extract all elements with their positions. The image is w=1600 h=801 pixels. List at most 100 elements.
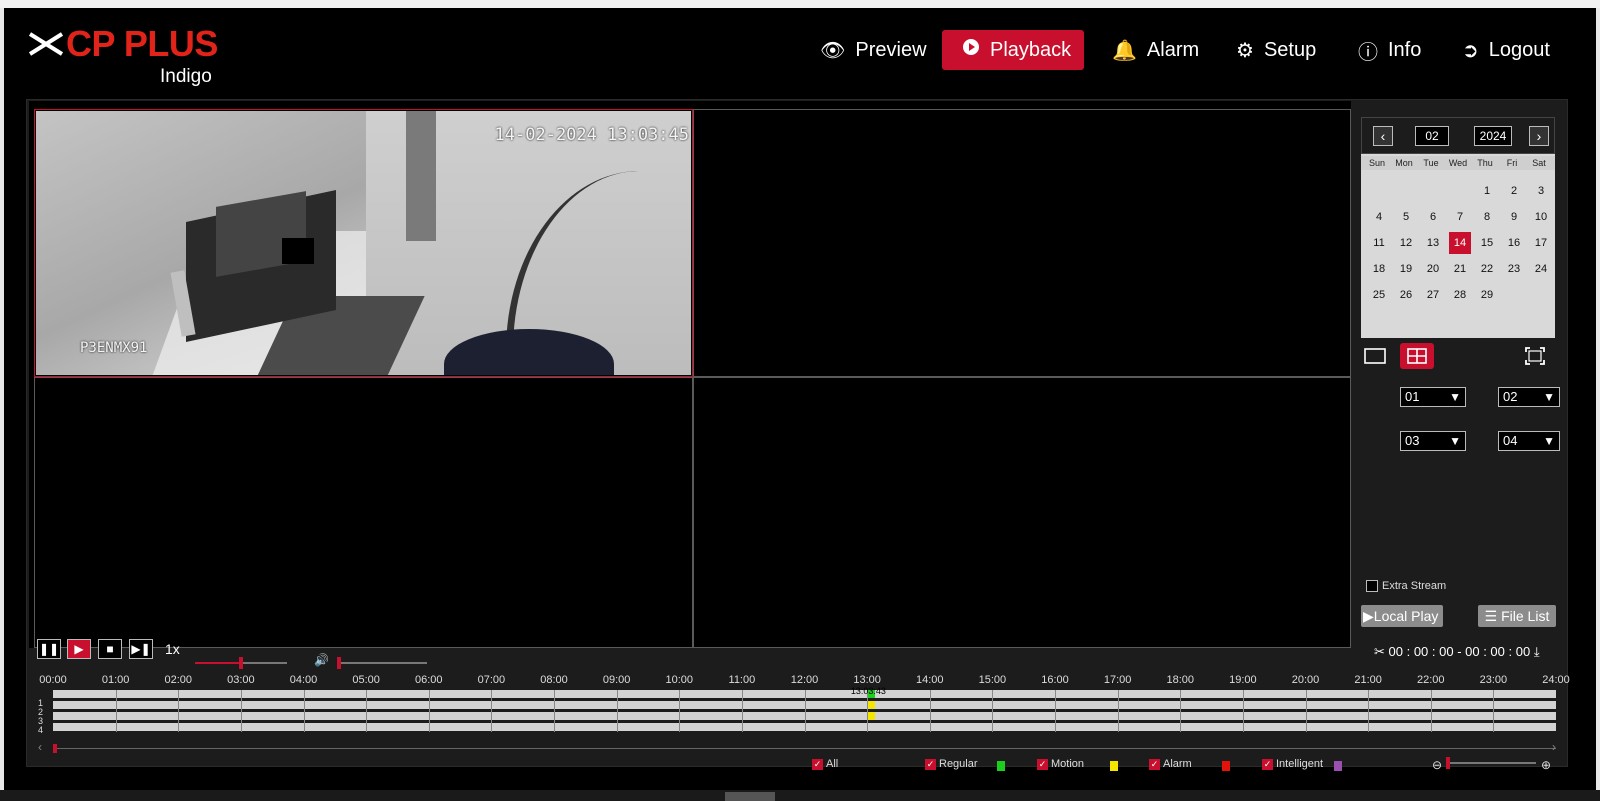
scroll-left-icon[interactable]: ‹ xyxy=(38,740,42,754)
calendar-day[interactable]: 3 xyxy=(1530,180,1552,202)
calendar-day[interactable]: 6 xyxy=(1422,206,1444,228)
pause-button[interactable]: ❚❚ xyxy=(37,639,61,659)
calendar-day[interactable]: 19 xyxy=(1395,258,1417,280)
volume-slider-knob[interactable] xyxy=(337,657,341,669)
nav-setup[interactable]: ⚙ Setup xyxy=(1236,30,1316,70)
timeline-scroll-knob[interactable] xyxy=(53,744,57,753)
hour-gridline xyxy=(1180,690,1182,732)
calendar-day[interactable]: 17 xyxy=(1530,232,1552,254)
hour-gridline xyxy=(741,690,743,732)
weekday-label: Wed xyxy=(1448,158,1468,168)
legend-all[interactable]: ✓ All xyxy=(812,758,838,770)
calendar-day[interactable]: 27 xyxy=(1422,284,1444,306)
checkbox-checked-icon[interactable]: ✓ xyxy=(1149,758,1160,770)
calendar-day[interactable]: 18 xyxy=(1368,258,1390,280)
calendar-day[interactable]: 16 xyxy=(1503,232,1525,254)
checkbox-checked-icon[interactable]: ✓ xyxy=(1262,758,1273,770)
single-layout-icon[interactable] xyxy=(1362,343,1388,369)
checkbox-checked-icon[interactable]: ✓ xyxy=(812,758,823,770)
channel-select-3[interactable]: 03 ▼ xyxy=(1400,431,1466,451)
local-play-button[interactable]: ▶Local Play xyxy=(1361,605,1443,627)
checkbox-checked-icon[interactable]: ✓ xyxy=(925,758,936,770)
nav-playback[interactable]: Playback xyxy=(942,30,1084,70)
volume-icon[interactable]: 🔊 xyxy=(314,653,329,667)
recording-segment[interactable] xyxy=(867,701,875,709)
legend-regular[interactable]: ✓ Regular xyxy=(925,758,978,770)
extra-stream-checkbox[interactable] xyxy=(1366,580,1378,592)
scissors-icon[interactable]: ✂ xyxy=(1374,644,1385,659)
nav-alarm[interactable]: 🔔 Alarm xyxy=(1112,30,1199,70)
prev-month-button[interactable]: ‹ xyxy=(1373,126,1393,146)
calendar-header: ‹ 02 2024 › xyxy=(1361,117,1555,154)
channel-select-4[interactable]: 04 ▼ xyxy=(1498,431,1560,451)
channel-3-value: 03 xyxy=(1405,433,1420,448)
speed-slider-knob[interactable] xyxy=(239,657,243,669)
nav-logout[interactable]: ➲ Logout xyxy=(1462,30,1550,70)
hour-gridline xyxy=(491,690,493,732)
calendar-day[interactable]: 26 xyxy=(1395,284,1417,306)
extra-stream-option[interactable]: Extra Stream xyxy=(1366,580,1446,592)
hour-tick-label: 24:00 xyxy=(1542,674,1570,686)
calendar-day[interactable]: 8 xyxy=(1476,206,1498,228)
hour-gridline xyxy=(366,690,368,732)
hour-tick-label: 16:00 xyxy=(1041,674,1069,686)
month-field[interactable]: 02 xyxy=(1415,126,1449,146)
scroll-right-icon[interactable]: › xyxy=(1552,740,1556,754)
calendar-day[interactable]: 1 xyxy=(1476,180,1498,202)
calendar-day[interactable]: 28 xyxy=(1449,284,1471,306)
calendar-day[interactable]: 7 xyxy=(1449,206,1471,228)
channel-select-1[interactable]: 01 ▼ xyxy=(1400,387,1466,407)
nav-info[interactable]: ⓘ Info xyxy=(1358,30,1421,70)
calendar-day[interactable]: 15 xyxy=(1476,232,1498,254)
volume-slider[interactable] xyxy=(337,657,427,669)
camera-name: P3ENMX91 xyxy=(80,340,148,356)
calendar-day[interactable]: 25 xyxy=(1368,284,1390,306)
calendar-day[interactable]: 2 xyxy=(1503,180,1525,202)
video-cell-1[interactable]: 14-02-2024 13:03:45 P3ENMX91 xyxy=(34,109,693,377)
calendar-day[interactable]: 22 xyxy=(1476,258,1498,280)
calendar-day[interactable]: 23 xyxy=(1503,258,1525,280)
calendar-day[interactable]: 10 xyxy=(1530,206,1552,228)
nav-alarm-label: Alarm xyxy=(1146,38,1200,61)
video-cell-3[interactable] xyxy=(34,377,693,648)
calendar-day[interactable]: 11 xyxy=(1368,232,1390,254)
fullscreen-icon[interactable] xyxy=(1522,343,1548,369)
legend-intelligent[interactable]: ✓ Intelligent xyxy=(1262,758,1323,770)
next-month-button[interactable]: › xyxy=(1529,126,1549,146)
zoom-in-icon[interactable]: ⊕ xyxy=(1541,758,1551,772)
zoom-out-icon[interactable]: ⊖ xyxy=(1432,758,1442,772)
checkbox-checked-icon[interactable]: ✓ xyxy=(1037,758,1048,770)
calendar-day[interactable]: 20 xyxy=(1422,258,1444,280)
download-icon[interactable]: ⤓ xyxy=(1534,644,1540,659)
calendar-day[interactable]: 12 xyxy=(1395,232,1417,254)
legend-motion[interactable]: ✓ Motion xyxy=(1037,758,1084,770)
dropdown-arrow-icon: ▼ xyxy=(1449,434,1461,448)
calendar-day[interactable]: 4 xyxy=(1368,206,1390,228)
nav-preview[interactable]: 👁 Preview xyxy=(820,30,927,70)
calendar-day-selected[interactable]: 14 xyxy=(1449,232,1471,254)
video-cell-2[interactable] xyxy=(693,109,1351,377)
next-frame-button[interactable]: ▶❚ xyxy=(129,639,153,659)
zoom-slider-knob[interactable] xyxy=(1446,757,1450,769)
zoom-slider[interactable] xyxy=(1446,757,1536,769)
calendar-day[interactable]: 9 xyxy=(1503,206,1525,228)
calendar-day[interactable]: 13 xyxy=(1422,232,1444,254)
weekday-label: Mon xyxy=(1395,158,1413,168)
year-field[interactable]: 2024 xyxy=(1474,126,1512,146)
recording-segment[interactable] xyxy=(867,712,875,720)
timeline-scrollbar[interactable] xyxy=(53,744,1556,753)
quad-layout-icon[interactable] xyxy=(1400,343,1434,369)
speed-slider[interactable] xyxy=(195,657,287,669)
video-cell-4[interactable] xyxy=(693,377,1351,648)
calendar-day[interactable]: 24 xyxy=(1530,258,1552,280)
channel-select-2[interactable]: 02 ▼ xyxy=(1498,387,1560,407)
legend-alarm[interactable]: ✓ Alarm xyxy=(1149,758,1192,770)
calendar-day[interactable]: 21 xyxy=(1449,258,1471,280)
play-button[interactable]: ▶ xyxy=(67,639,91,659)
play-circle-icon xyxy=(962,38,980,62)
file-list-button[interactable]: ☰ File List xyxy=(1478,605,1556,627)
calendar-day[interactable]: 29 xyxy=(1476,284,1498,306)
calendar-day[interactable]: 5 xyxy=(1395,206,1417,228)
stop-button[interactable]: ■ xyxy=(98,639,122,659)
bell-icon: 🔔 xyxy=(1112,39,1137,62)
